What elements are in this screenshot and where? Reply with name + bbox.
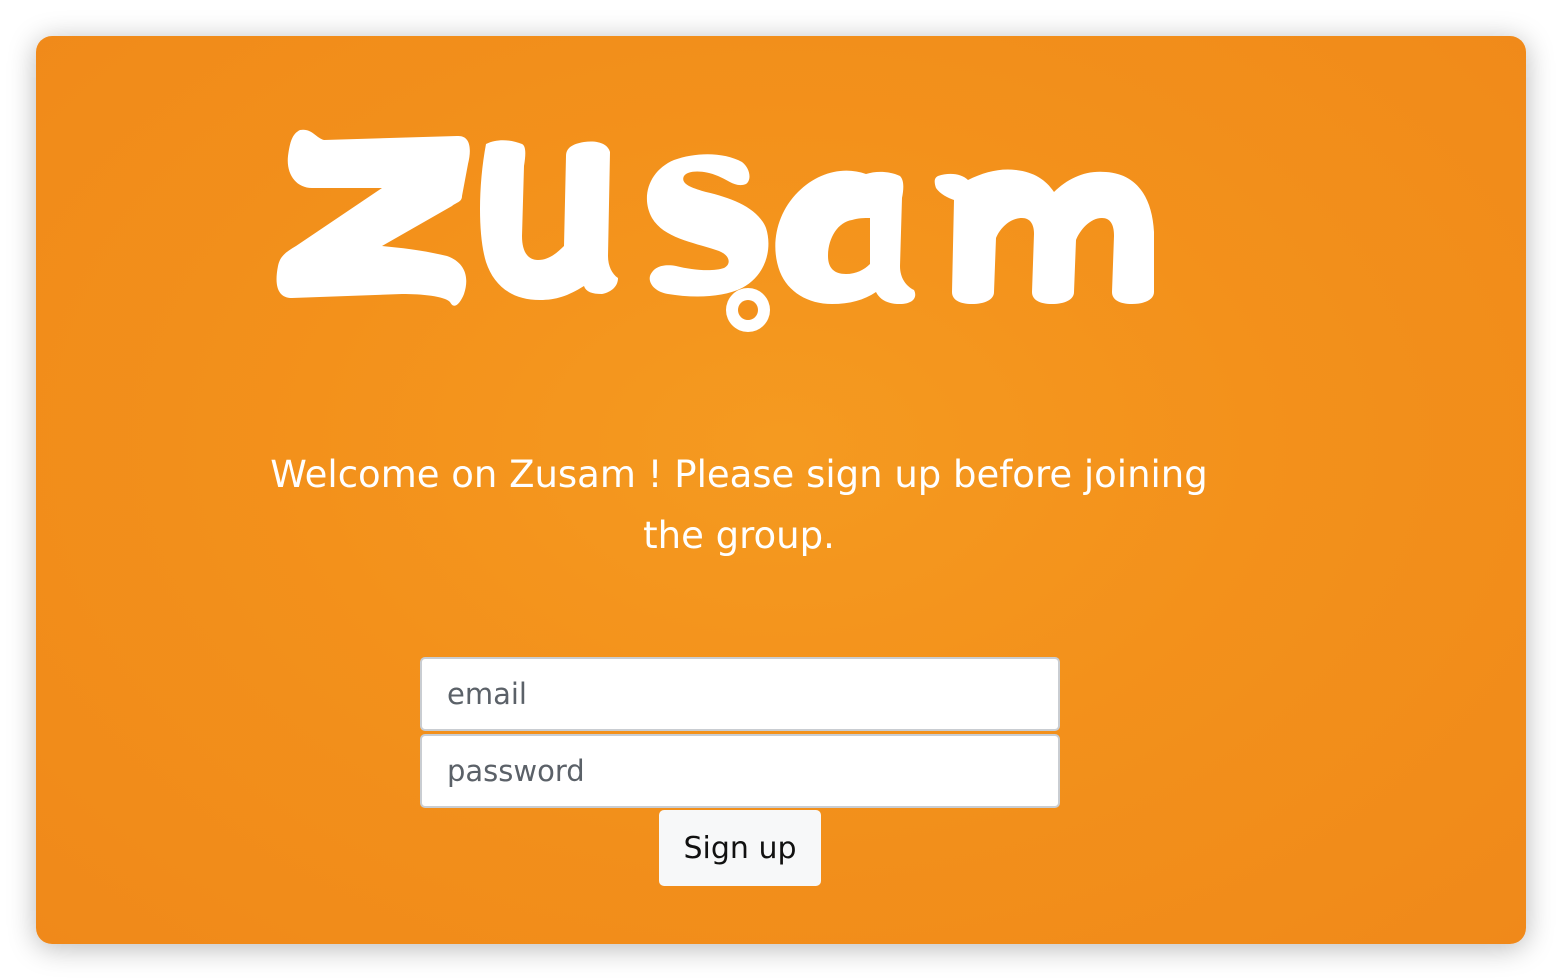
welcome-message: Welcome on Zusam ! Please sign up before… [270,453,1208,557]
sign-up-button[interactable]: Sign up [659,810,821,886]
password-field[interactable] [420,734,1060,808]
signup-window: Welcome on Zusam ! Please sign up before… [36,36,1526,944]
signup-form: Sign up [420,657,1060,886]
email-field[interactable] [420,657,1060,731]
submit-row: Sign up [420,810,1060,886]
zusam-logo [272,126,1222,356]
